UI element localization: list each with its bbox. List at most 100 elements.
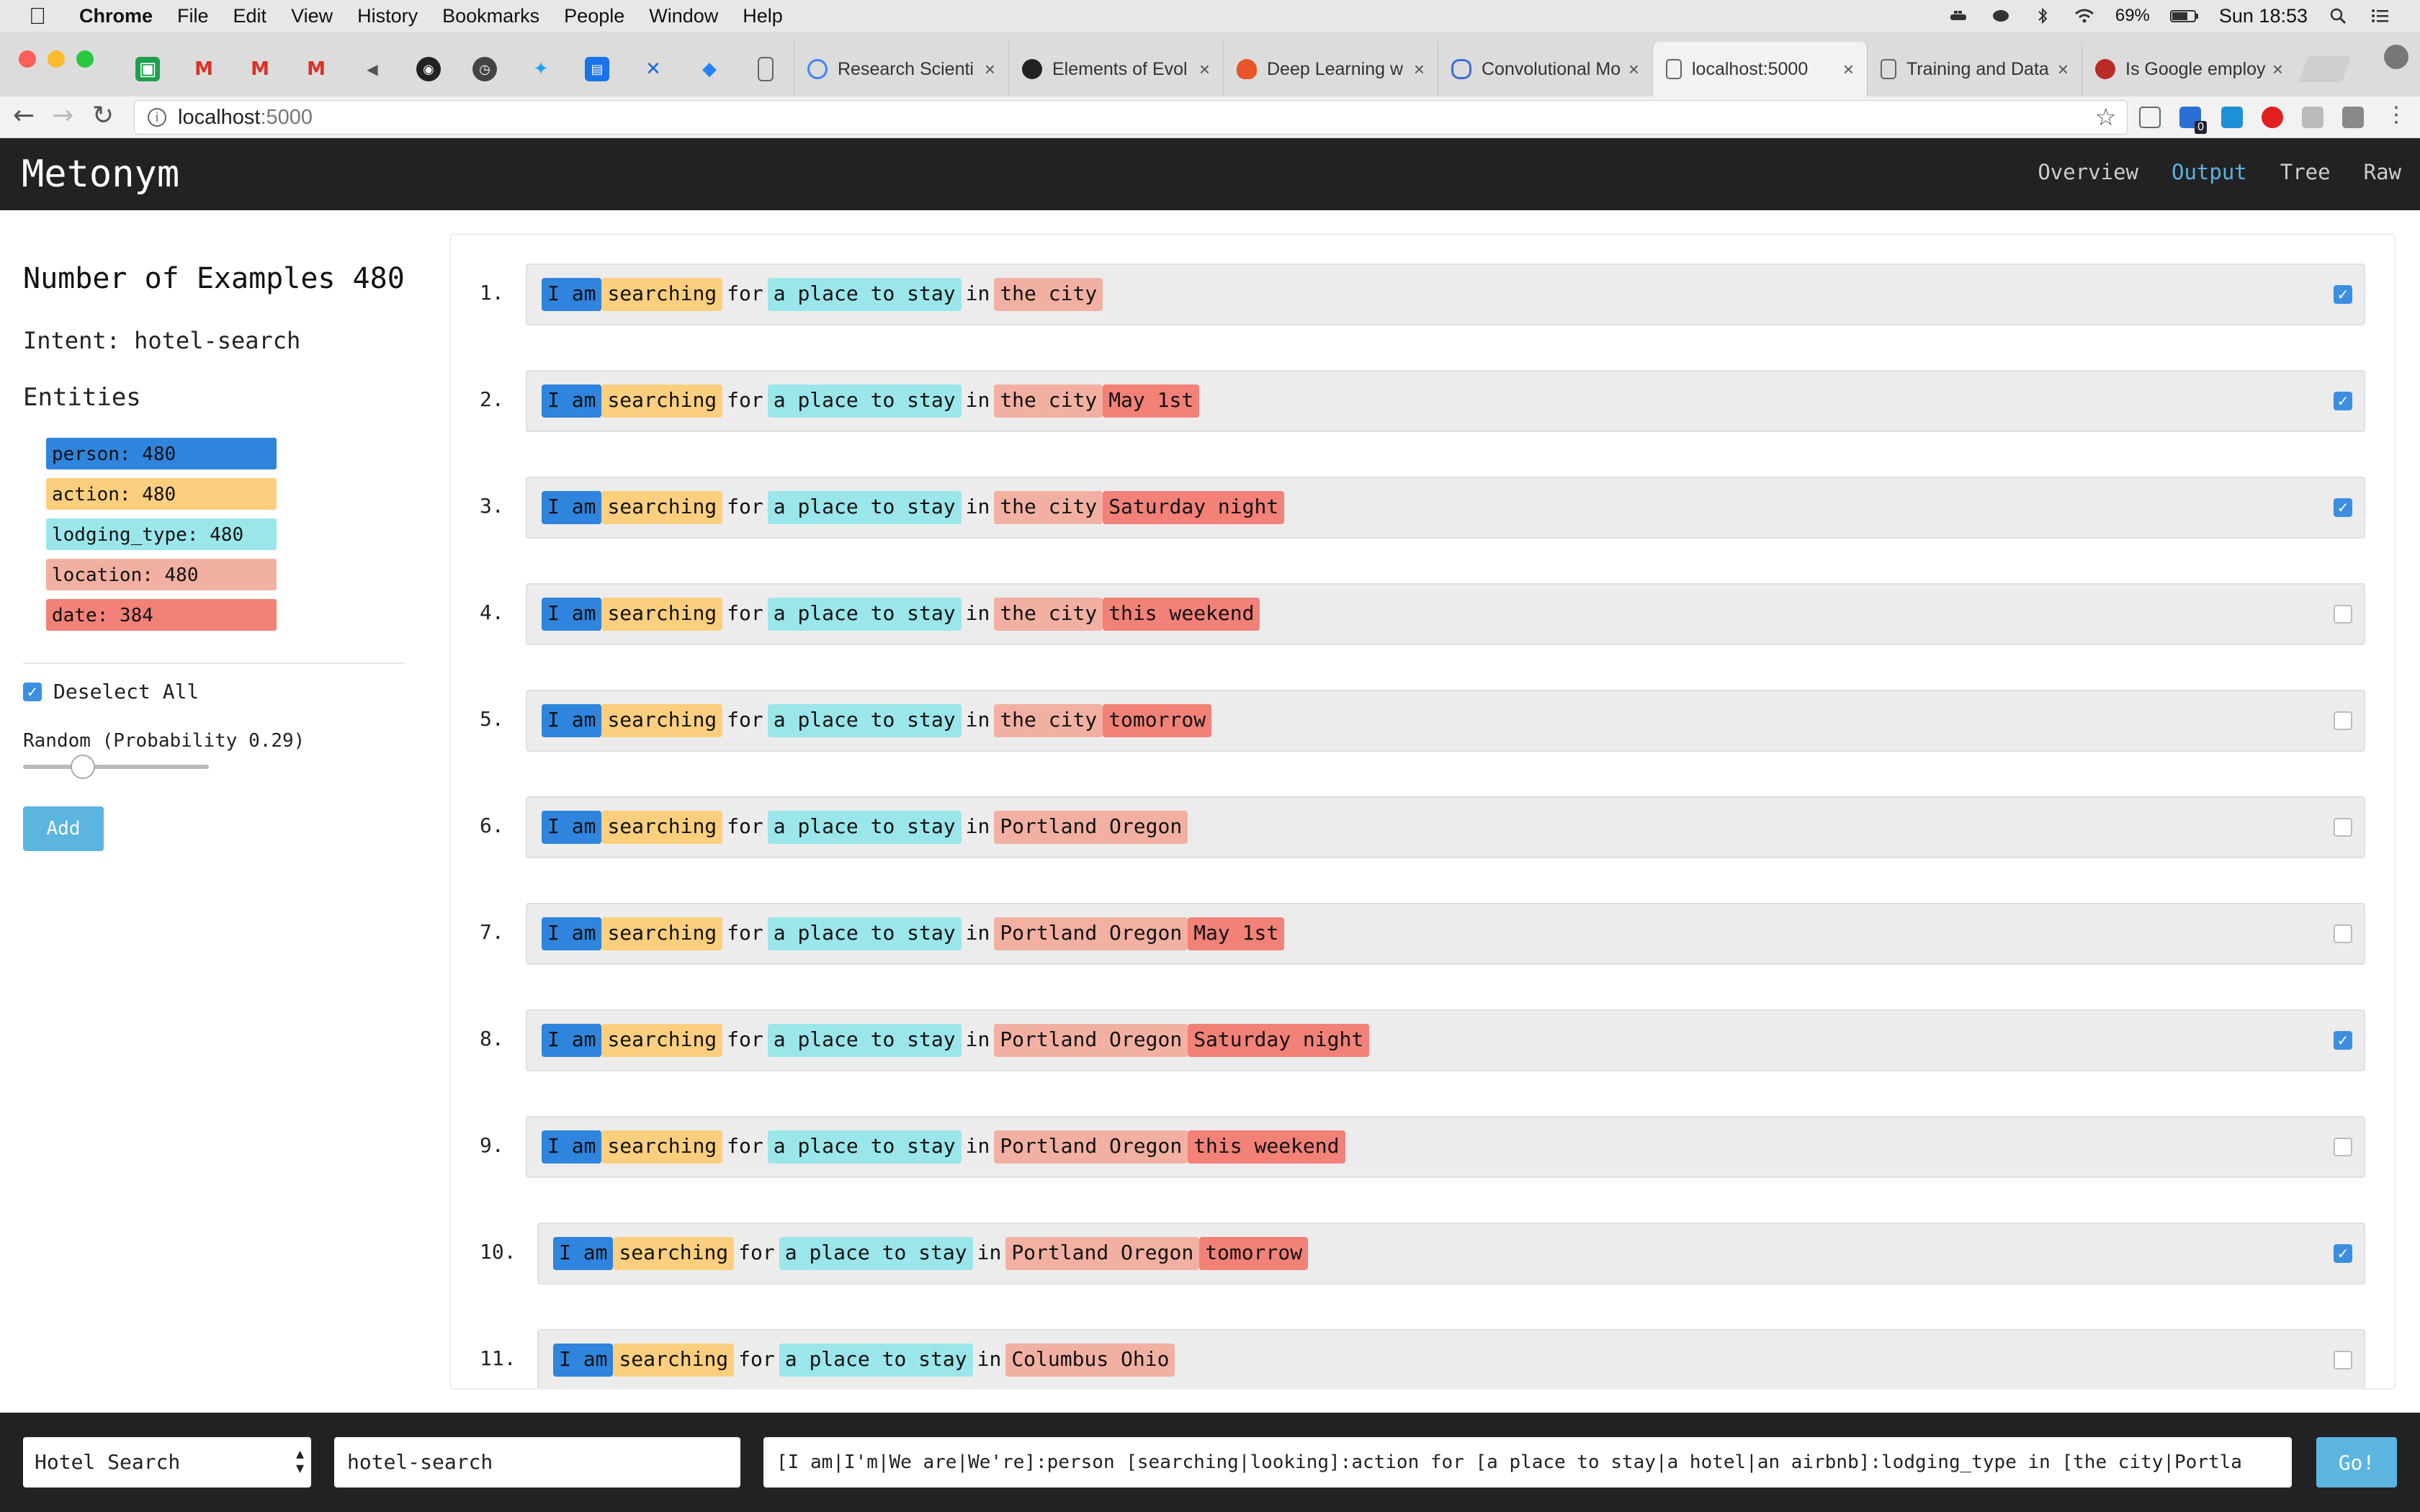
- entity-token-action[interactable]: searching: [601, 598, 723, 631]
- wifi-icon[interactable]: [2074, 7, 2095, 24]
- example-checkbox[interactable]: ✓: [2334, 1031, 2352, 1050]
- entity-token-action[interactable]: searching: [613, 1344, 735, 1377]
- tab-close-icon[interactable]: ×: [1843, 58, 1854, 81]
- window-close-button[interactable]: [19, 50, 36, 68]
- entity-token-date[interactable]: this weekend: [1188, 1130, 1345, 1164]
- browser-tab[interactable]: Training and Data ×: [1867, 42, 2081, 96]
- pinned-tab[interactable]: ◀: [344, 42, 400, 96]
- menu-view[interactable]: View: [291, 5, 333, 27]
- entity-token-date[interactable]: this weekend: [1103, 598, 1260, 631]
- entity-token-date[interactable]: May 1st: [1103, 384, 1200, 418]
- notification-center-icon[interactable]: [2370, 7, 2391, 24]
- profile-icon[interactable]: [2384, 45, 2408, 69]
- tab-close-icon[interactable]: ×: [2272, 58, 2283, 81]
- entity-token-location[interactable]: the city: [994, 278, 1103, 311]
- pinned-tab[interactable]: M: [288, 42, 344, 96]
- entity-badge-location[interactable]: location: 480: [46, 559, 277, 590]
- chrome-menu-icon[interactable]: ⋮: [2385, 102, 2407, 127]
- go-button[interactable]: Go!: [2316, 1437, 2397, 1488]
- entity-token-lodging[interactable]: a place to stay: [767, 811, 962, 844]
- entity-token-person[interactable]: I am: [542, 704, 602, 737]
- window-minimize-button[interactable]: [48, 50, 65, 68]
- entity-token-date[interactable]: Saturday night: [1188, 1024, 1370, 1057]
- nav-output[interactable]: Output: [2172, 160, 2247, 184]
- entity-token-date[interactable]: Saturday night: [1103, 491, 1285, 524]
- entity-token-location[interactable]: Portland Oregon: [994, 1024, 1188, 1057]
- extension-icon[interactable]: [2342, 107, 2364, 128]
- menu-window[interactable]: Window: [649, 5, 718, 27]
- entity-token-lodging[interactable]: a place to stay: [767, 384, 962, 418]
- spotlight-icon[interactable]: [2328, 7, 2349, 24]
- entity-token-person[interactable]: I am: [542, 598, 602, 631]
- pinned-tab[interactable]: ✕: [625, 42, 681, 96]
- entity-token-person[interactable]: I am: [542, 491, 602, 524]
- entity-token-person[interactable]: I am: [542, 917, 602, 950]
- menu-help[interactable]: Help: [743, 5, 783, 27]
- pinned-tab[interactable]: ✦: [513, 42, 569, 96]
- window-zoom-button[interactable]: [76, 50, 94, 68]
- example-checkbox[interactable]: [2334, 605, 2352, 624]
- pinned-tab[interactable]: M: [232, 42, 288, 96]
- entity-token-location[interactable]: the city: [994, 491, 1103, 524]
- entity-token-location[interactable]: the city: [994, 598, 1103, 631]
- menu-file[interactable]: File: [177, 5, 209, 27]
- entity-token-location[interactable]: Portland Oregon: [994, 1130, 1188, 1164]
- pinned-tab[interactable]: ▤: [569, 42, 625, 96]
- entity-token-action[interactable]: searching: [601, 491, 723, 524]
- clock[interactable]: Sun 18:53: [2219, 5, 2308, 27]
- nav-overview[interactable]: Overview: [2038, 160, 2138, 184]
- entity-token-lodging[interactable]: a place to stay: [767, 491, 962, 524]
- entity-token-location[interactable]: Portland Oregon: [1005, 1237, 1200, 1270]
- forward-icon[interactable]: →: [52, 101, 73, 130]
- menu-bookmarks[interactable]: Bookmarks: [442, 5, 539, 27]
- pattern-input[interactable]: [I am|I'm|We are|We're]:person [searchin…: [763, 1437, 2292, 1488]
- entity-token-location[interactable]: Columbus Ohio: [1005, 1344, 1175, 1377]
- pinned-tab[interactable]: ◆: [681, 42, 738, 96]
- menu-history[interactable]: History: [357, 5, 418, 27]
- nav-tree[interactable]: Tree: [2280, 160, 2331, 184]
- nav-raw[interactable]: Raw: [2364, 160, 2401, 184]
- browser-tab[interactable]: Convolutional Mo ×: [1438, 42, 1652, 96]
- entity-token-person[interactable]: I am: [553, 1237, 614, 1270]
- reload-icon[interactable]: ↻: [92, 101, 114, 130]
- entity-badge-date[interactable]: date: 384: [46, 599, 277, 631]
- tab-close-icon[interactable]: ×: [985, 58, 995, 81]
- entity-token-date[interactable]: tomorrow: [1199, 1237, 1309, 1270]
- entity-badge-person[interactable]: person: 480: [46, 438, 277, 469]
- template-select[interactable]: Hotel Search ▴ ▾: [23, 1437, 311, 1488]
- new-tab-button[interactable]: [2298, 56, 2352, 82]
- tab-close-icon[interactable]: ×: [2058, 58, 2069, 81]
- tab-close-icon[interactable]: ×: [1199, 58, 1210, 81]
- address-bar[interactable]: i localhost:5000 ☆: [134, 100, 2128, 135]
- entity-token-location[interactable]: Portland Oregon: [994, 917, 1188, 950]
- example-checkbox[interactable]: [2334, 818, 2352, 837]
- back-icon[interactable]: ←: [13, 101, 35, 130]
- deselect-all-checkbox[interactable]: ✓: [23, 682, 42, 701]
- entity-token-action[interactable]: searching: [601, 278, 723, 311]
- deselect-all-row[interactable]: ✓ Deselect All: [23, 680, 199, 703]
- entity-token-lodging[interactable]: a place to stay: [767, 1024, 962, 1057]
- pinned-tab[interactable]: [738, 42, 794, 96]
- pinned-tab[interactable]: M: [176, 42, 232, 96]
- entity-token-lodging[interactable]: a place to stay: [767, 704, 962, 737]
- example-checkbox[interactable]: [2334, 1351, 2352, 1369]
- entity-token-location[interactable]: Portland Oregon: [994, 811, 1188, 844]
- entity-badge-lodging-type[interactable]: lodging_type: 480: [46, 518, 277, 550]
- entity-token-lodging[interactable]: a place to stay: [767, 598, 962, 631]
- entity-token-action[interactable]: searching: [601, 1024, 723, 1057]
- entity-token-date[interactable]: May 1st: [1188, 917, 1285, 950]
- entity-token-person[interactable]: I am: [542, 811, 602, 844]
- entity-token-date[interactable]: tomorrow: [1103, 704, 1212, 737]
- random-probability-slider[interactable]: [23, 765, 209, 769]
- info-icon[interactable]: i: [148, 108, 166, 127]
- example-checkbox[interactable]: ✓: [2334, 1244, 2352, 1263]
- example-checkbox[interactable]: ✓: [2334, 285, 2352, 304]
- entity-token-lodging[interactable]: a place to stay: [779, 1344, 973, 1377]
- entity-token-location[interactable]: the city: [994, 704, 1103, 737]
- app-brand[interactable]: Metonym: [22, 153, 179, 196]
- example-checkbox[interactable]: ✓: [2334, 392, 2352, 410]
- menu-people[interactable]: People: [564, 5, 624, 27]
- skype-icon[interactable]: [2221, 107, 2243, 128]
- entity-badge-action[interactable]: action: 480: [46, 478, 277, 510]
- entity-token-person[interactable]: I am: [542, 384, 602, 418]
